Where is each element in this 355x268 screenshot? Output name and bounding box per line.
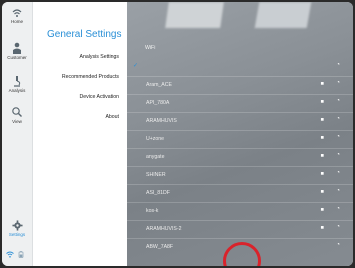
- wifi-network-row[interactable]: ARAMHUVIS-2 ■ ◔: [127, 220, 353, 239]
- camera-background-shape: [165, 2, 224, 28]
- lock-icon: ■: [320, 99, 324, 105]
- menu-item-analysis-settings[interactable]: Analysis Settings: [79, 54, 119, 60]
- wifi-signal-icon: ◔: [336, 80, 340, 86]
- lock-icon: ■: [320, 207, 324, 213]
- wifi-signal-icon: ◔: [336, 152, 340, 158]
- page-title: General Settings: [47, 29, 122, 40]
- menu-item-recommended-products[interactable]: Recommended Products: [62, 74, 119, 80]
- wifi-network-row[interactable]: Aram_ACE ■ ◔: [127, 76, 353, 95]
- wifi-network-name: Aram_ACE: [146, 82, 172, 88]
- wifi-panel: WiFi ✓ ◔ Aram_ACE ■ ◔ API_780A ■ ◔ ARAMH…: [127, 2, 353, 266]
- wifi-network-name: kos-k: [146, 208, 159, 214]
- lock-icon: ■: [320, 117, 324, 123]
- wifi-signal-icon: ◔: [336, 170, 340, 176]
- wifi-network-row[interactable]: kos-k ■ ◔: [127, 202, 353, 221]
- nav-rail: Home Customer Analysis View Settings: [2, 2, 33, 266]
- wifi-arrows-icon: [12, 9, 22, 17]
- nav-label-settings: Settings: [8, 232, 26, 237]
- nav-label-analysis: Analysis: [8, 88, 26, 93]
- wifi-signal-icon: ◔: [336, 98, 340, 104]
- lock-icon: ■: [320, 189, 324, 195]
- menu-item-about[interactable]: About: [105, 114, 119, 120]
- wifi-network-row[interactable]: API_780A ■ ◔: [127, 94, 353, 113]
- person-icon: [13, 42, 21, 54]
- settings-menu: General Settings Analysis Settings Recom…: [33, 2, 127, 266]
- wifi-signal-icon: ◔: [336, 242, 340, 248]
- menu-item-device-activation[interactable]: Device Activation: [79, 94, 119, 100]
- wifi-signal-icon: ◔: [336, 188, 340, 194]
- nav-item-analysis[interactable]: Analysis: [2, 75, 32, 93]
- nav-label-view: View: [12, 119, 22, 124]
- nav-item-view[interactable]: View: [2, 106, 32, 124]
- battery-icon: [18, 251, 24, 258]
- lock-icon: ■: [320, 153, 324, 159]
- wifi-network-name: API_780A: [146, 100, 170, 106]
- checkmark-icon: ✓: [133, 63, 139, 69]
- wifi-network-row[interactable]: ASI_81DF ■ ◔: [127, 184, 353, 203]
- gear-icon: [11, 220, 23, 231]
- nav-label-customer: Customer: [7, 55, 27, 60]
- lock-icon: ■: [320, 171, 324, 177]
- camera-background-shape: [254, 2, 312, 28]
- nav-item-home[interactable]: Home: [2, 8, 32, 24]
- magnifier-icon: [12, 107, 22, 117]
- wifi-network-name: ARAMHUVIS-2: [146, 226, 182, 232]
- wifi-network-name: ASI_81DF: [146, 190, 170, 196]
- microscope-icon: [14, 76, 21, 87]
- wifi-network-name: ARAMHUVIS: [146, 118, 177, 124]
- wifi-network-name: ABW_7A8F: [146, 244, 174, 250]
- wifi-network-row[interactable]: U+zone ■ ◔: [127, 130, 353, 149]
- wifi-network-row[interactable]: ✓ ◔: [127, 58, 353, 77]
- wifi-signal-icon: ◔: [336, 224, 340, 230]
- nav-item-settings[interactable]: Settings: [2, 220, 32, 237]
- lock-icon: ■: [320, 81, 324, 87]
- wifi-network-name: SHINER: [146, 172, 166, 178]
- lock-icon: ■: [320, 225, 324, 231]
- wifi-network-name: anygate: [146, 154, 165, 160]
- wifi-status-icon: [6, 251, 14, 258]
- device-screen: Home Customer Analysis View Settings Gen…: [2, 2, 353, 266]
- lock-icon: ■: [320, 135, 324, 141]
- wifi-network-row[interactable]: anygate ■ ◔: [127, 148, 353, 167]
- wifi-network-row[interactable]: SHINER ■ ◔: [127, 166, 353, 185]
- wifi-signal-icon: ◔: [336, 134, 340, 140]
- wifi-signal-icon: ◔: [336, 62, 340, 68]
- nav-label-home: Home: [10, 19, 23, 24]
- status-icons: [6, 251, 30, 259]
- wifi-network-row[interactable]: ARAMHUVIS ■ ◔: [127, 112, 353, 131]
- nav-item-customer[interactable]: Customer: [2, 42, 32, 60]
- wifi-section-header: WiFi: [145, 45, 156, 51]
- wifi-network-name: U+zone: [146, 136, 165, 142]
- wifi-signal-icon: ◔: [336, 116, 340, 122]
- wifi-signal-icon: ◔: [336, 206, 340, 212]
